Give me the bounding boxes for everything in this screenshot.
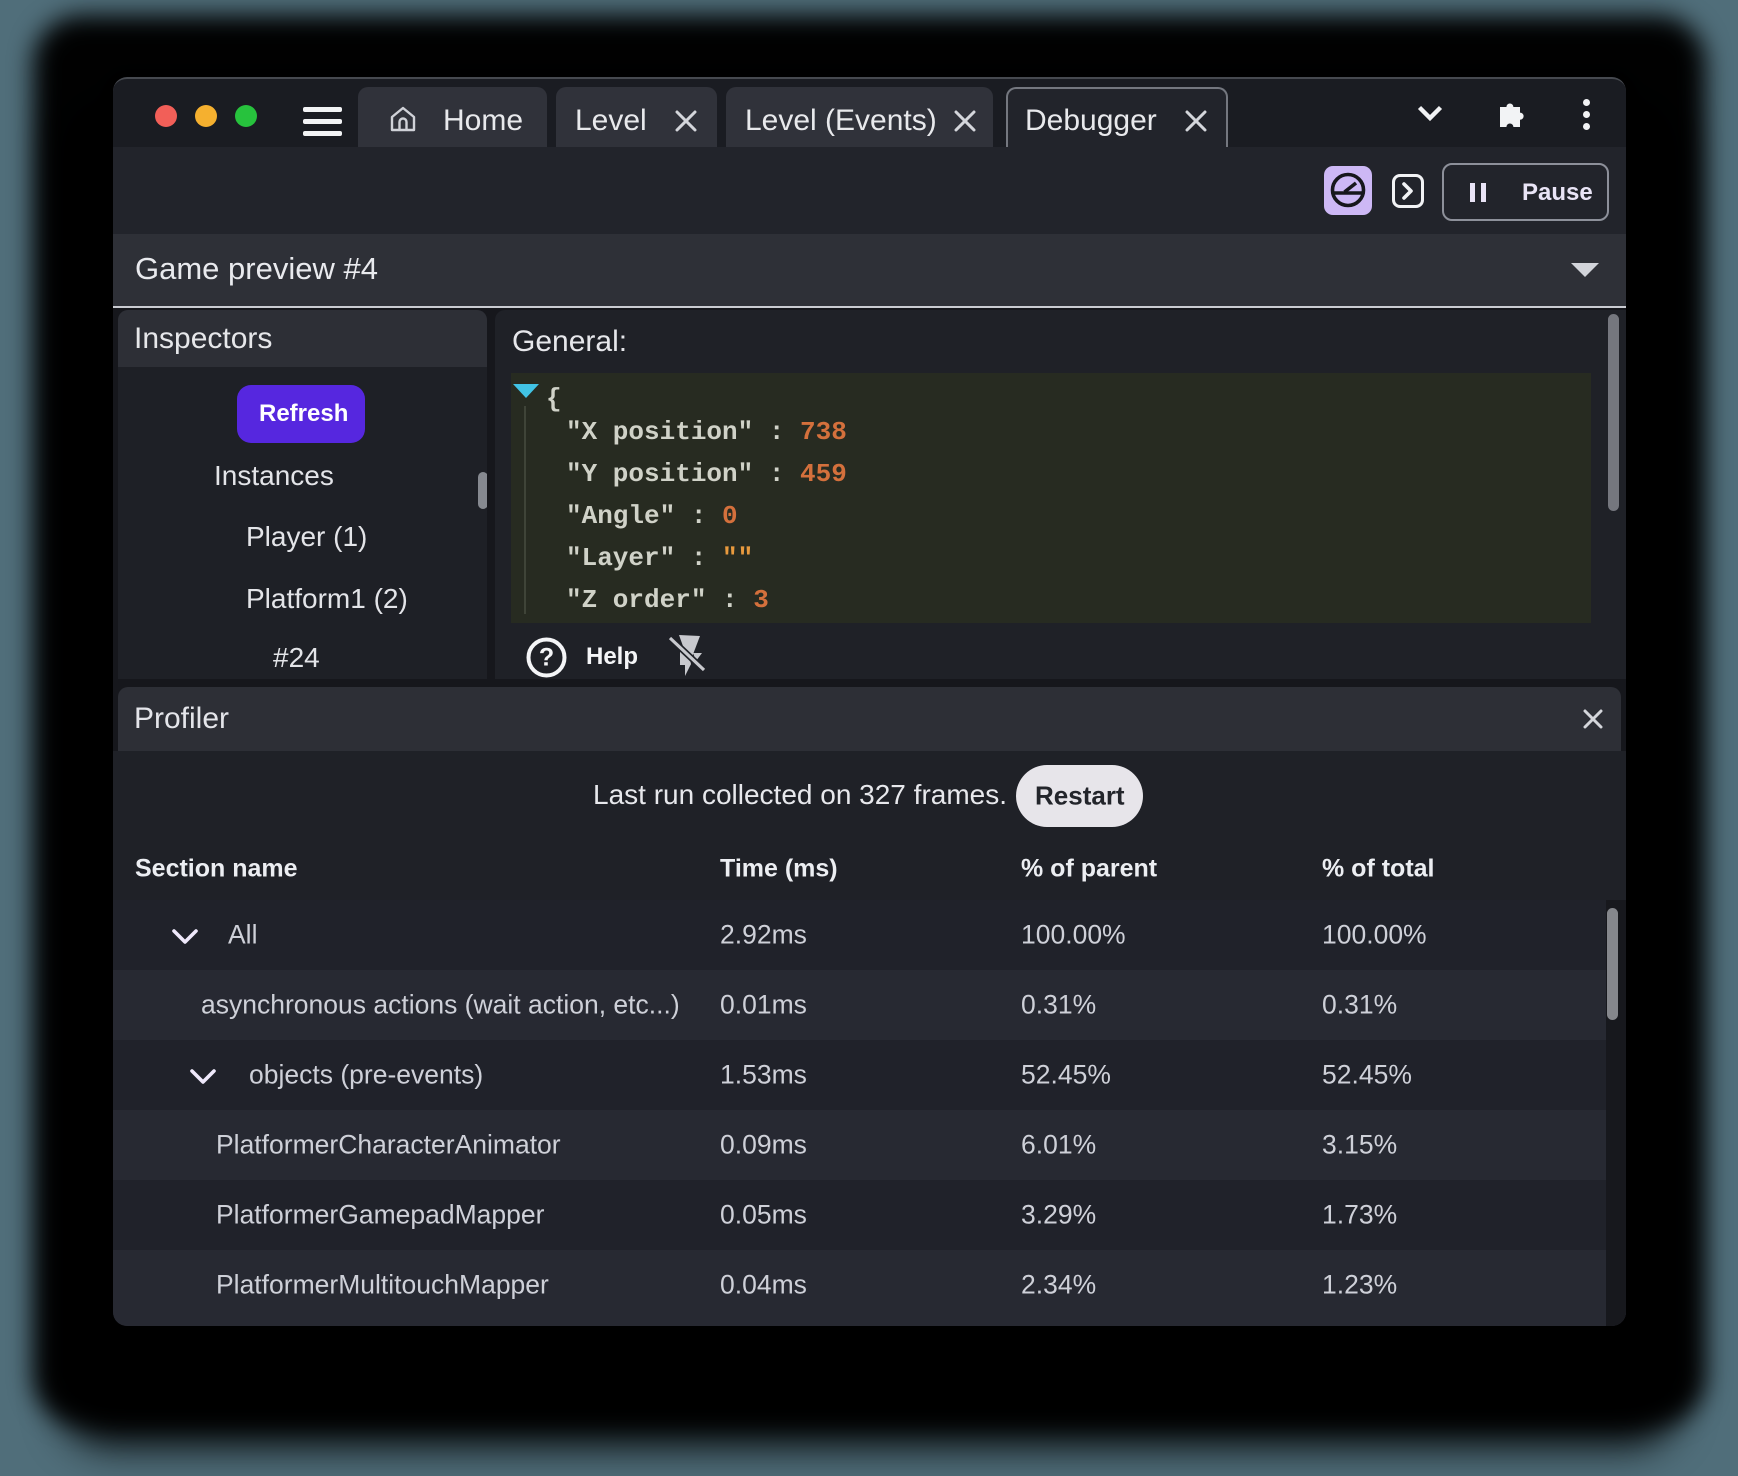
svg-text:?: ?	[539, 644, 554, 672]
